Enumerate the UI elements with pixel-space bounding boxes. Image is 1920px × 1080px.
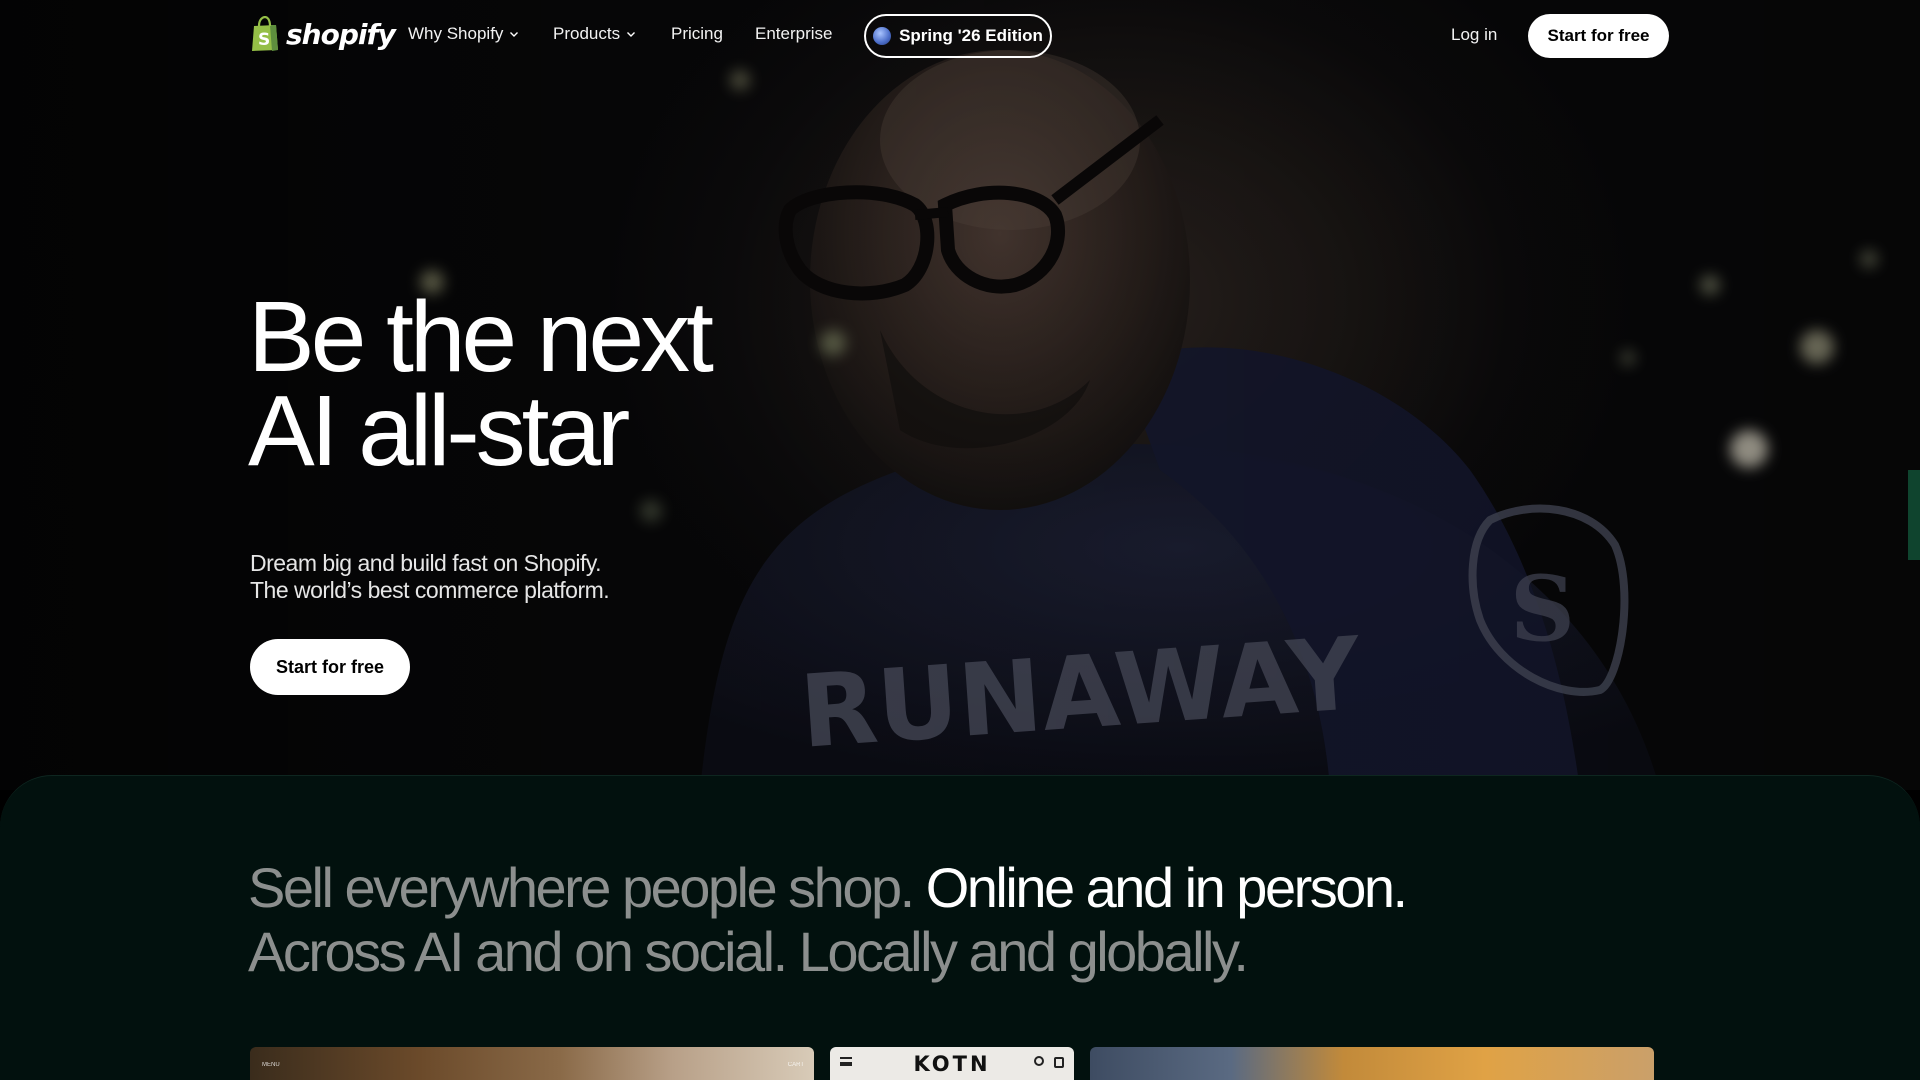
sell-text-part-3: Across AI and on social. Locally and glo…	[248, 920, 1249, 983]
search-icon	[1034, 1056, 1044, 1066]
nav-products[interactable]: Products	[553, 24, 636, 44]
hero-headline: Be the next AI all-star	[248, 281, 714, 487]
sell-text-part-1: Sell everywhere people shop.	[248, 856, 915, 919]
nav-link-label: Enterprise	[755, 24, 833, 43]
hero-start-free-button[interactable]: Start for free	[250, 639, 410, 695]
card-cart-label: CART	[787, 1062, 804, 1068]
showcase-card-storefront[interactable]: MENU CART	[250, 1047, 814, 1080]
card-menu-label: MENU	[262, 1062, 280, 1068]
nav-pricing[interactable]: Pricing	[671, 24, 723, 44]
nav-link-label: Products	[553, 24, 621, 43]
bokeh-light	[730, 70, 750, 90]
bokeh-light	[640, 500, 662, 522]
edition-label: Spring '26 Edition	[899, 26, 1043, 45]
login-link[interactable]: Log in	[1451, 25, 1497, 45]
svg-text:S: S	[258, 30, 270, 50]
bokeh-light	[1800, 330, 1834, 364]
chevron-down-icon	[627, 32, 636, 37]
chevron-down-icon	[510, 32, 519, 37]
showcase-card-pos[interactable]	[1090, 1047, 1654, 1080]
brand-wordmark: shopify	[286, 17, 396, 51]
nav-start-free-button[interactable]: Start for free	[1528, 14, 1669, 58]
top-nav: S shopify Why Shopify Products Pricing E…	[0, 0, 1920, 72]
bokeh-light	[1620, 350, 1636, 366]
nav-why-shopify[interactable]: Why Shopify	[408, 24, 519, 44]
subhead-line-1: Dream big and build fast on Shopify.	[250, 550, 602, 576]
nav-enterprise[interactable]: Enterprise	[755, 24, 832, 44]
subhead-line-2: The world’s best commerce platform.	[250, 577, 610, 603]
showcase-cards: MENU CART KOTN	[0, 1047, 1920, 1080]
headline-line-1: Be the next	[248, 281, 714, 393]
nav-link-label: Pricing	[671, 24, 723, 43]
bokeh-light	[1730, 430, 1768, 468]
shopify-bag-icon: S	[252, 16, 278, 51]
sell-everywhere-heading: Sell everywhere people shop. Online and …	[248, 856, 1448, 984]
nav-link-label: Why Shopify	[408, 24, 504, 43]
sell-text-part-2: Online and in person.	[912, 856, 1408, 919]
shopping-bag-icon	[1054, 1057, 1064, 1068]
bokeh-light	[1860, 250, 1878, 268]
sell-everywhere-section: Sell everywhere people shop. Online and …	[0, 775, 1920, 1080]
hero: RUNAWAY S S shopify Why Shopify	[0, 0, 1920, 790]
bokeh-light	[820, 330, 846, 356]
edition-button[interactable]: Spring '26 Edition	[864, 14, 1052, 58]
shopify-logo[interactable]: S shopify	[250, 16, 396, 52]
hero-subhead: Dream big and build fast on Shopify. The…	[250, 550, 610, 604]
bokeh-light	[1700, 275, 1720, 295]
showcase-card-kotn[interactable]: KOTN	[830, 1047, 1074, 1080]
edition-globe-icon	[873, 27, 892, 45]
headline-line-2: AI all-star	[248, 375, 630, 487]
